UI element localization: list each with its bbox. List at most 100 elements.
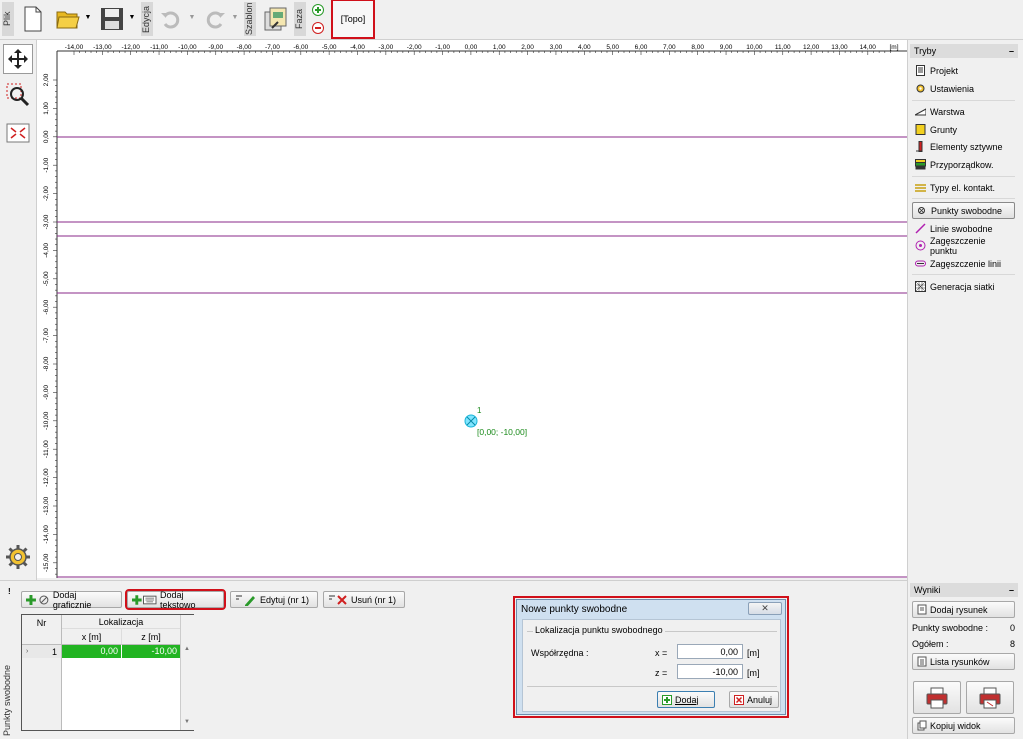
mode-item-rigid-element[interactable]: Elementy sztywne bbox=[912, 138, 1015, 155]
menu-faza[interactable]: Faza bbox=[294, 2, 306, 36]
undo-button[interactable] bbox=[158, 6, 184, 32]
save-dropdown-arrow[interactable]: ▼ bbox=[128, 12, 136, 22]
mode-item-gear[interactable]: Ustawienia bbox=[912, 80, 1015, 97]
dialog-add-button[interactable]: Dodaj bbox=[657, 691, 715, 708]
mode-list-separator bbox=[912, 176, 1015, 177]
mode-item-document[interactable]: Projekt bbox=[912, 62, 1015, 79]
ruler-y-label: -15,00 bbox=[43, 553, 50, 572]
menu-szablon[interactable]: Szablon bbox=[244, 2, 256, 36]
settings-button[interactable] bbox=[3, 542, 33, 572]
redo-button[interactable] bbox=[202, 6, 228, 32]
free-point-number: 1 bbox=[477, 406, 482, 415]
dialog-close-button[interactable]: ✕ bbox=[748, 602, 782, 615]
collapse-icon[interactable]: – bbox=[1009, 46, 1014, 56]
add-text-button[interactable]: Dodaj tekstowo bbox=[125, 589, 226, 610]
x-input[interactable]: 0,00 bbox=[677, 644, 743, 659]
print-button[interactable] bbox=[913, 681, 961, 714]
bottom-panel-title: Punkty swobodne bbox=[2, 664, 12, 736]
add-stage-button[interactable] bbox=[311, 3, 325, 17]
free-line-icon bbox=[915, 223, 926, 234]
row-x-cell[interactable]: 0,00 bbox=[62, 645, 122, 658]
ruler-x-label: 0,00 bbox=[465, 44, 478, 51]
scroll-down-icon[interactable]: ▼ bbox=[184, 719, 190, 725]
redo-dropdown-arrow[interactable]: ▼ bbox=[231, 12, 239, 22]
open-dropdown-arrow[interactable]: ▼ bbox=[84, 12, 92, 22]
zoom-fit-button[interactable] bbox=[3, 118, 33, 148]
mode-item-mesh[interactable]: Generacja siatki bbox=[912, 278, 1015, 295]
dialog-add-label: Dodaj bbox=[675, 694, 699, 705]
table-header-nr: Nr bbox=[22, 615, 62, 645]
add-icon bbox=[662, 694, 672, 705]
canvas-graphics: -14,00 -13,00 -12,00 -11,00 -10,00 -9,00 -8,00… bbox=[43, 44, 907, 578]
table-row[interactable]: › 1 0,00 -10,00 bbox=[22, 645, 180, 658]
left-toolbar bbox=[0, 40, 37, 580]
ruler-x-label: 1,00 bbox=[493, 44, 506, 51]
undo-icon bbox=[161, 11, 180, 29]
new-file-button[interactable] bbox=[20, 4, 46, 34]
z-input[interactable]: -10,00 bbox=[677, 664, 743, 679]
remove-stage-button[interactable] bbox=[311, 21, 325, 35]
mode-item-layer[interactable]: Warstwa bbox=[912, 103, 1015, 120]
pan-button[interactable] bbox=[3, 44, 33, 74]
location-group-title: Lokalizacja punktu swobodnego bbox=[533, 625, 665, 635]
coordinate-label: Współrzędna : bbox=[531, 648, 589, 658]
ruler-y-label: -1,00 bbox=[43, 157, 50, 172]
ruler-x-label: 9,00 bbox=[720, 44, 733, 51]
dialog-cancel-button[interactable]: Anuluj bbox=[729, 691, 779, 708]
tryby-header: Tryby – bbox=[910, 44, 1018, 58]
free-points-count-value: 0 bbox=[1009, 623, 1015, 633]
free-point-marker[interactable] bbox=[464, 414, 478, 428]
mode-item-free-point[interactable]: Punkty swobodne bbox=[912, 202, 1015, 219]
add-drawing-button[interactable]: Dodaj rysunek bbox=[912, 601, 1015, 618]
mode-item-contact[interactable]: Typy el. kontakt. bbox=[912, 179, 1015, 196]
dialog-title: Nowe punkty swobodne bbox=[521, 604, 628, 615]
layer-icon bbox=[915, 106, 926, 117]
delete-label: Usuń (nr 1) bbox=[351, 594, 397, 605]
collapse-icon[interactable]: – bbox=[1009, 585, 1014, 595]
bottom-panel-pin[interactable]: ! bbox=[8, 587, 11, 596]
undo-dropdown-arrow[interactable]: ▼ bbox=[188, 12, 196, 22]
stage-tab-topo[interactable]: [Topo] bbox=[331, 0, 375, 39]
ruler-x-label: 2,00 bbox=[521, 44, 534, 51]
mode-item-free-line[interactable]: Linie swobodne bbox=[912, 220, 1015, 237]
mode-item-soil[interactable]: Grunty bbox=[912, 121, 1015, 138]
ruler-x-label: -2,00 bbox=[407, 44, 422, 51]
table-header-z: z [m] bbox=[122, 629, 180, 645]
print-preview-button[interactable] bbox=[966, 681, 1014, 714]
menu-edycja[interactable]: Edycja bbox=[141, 2, 153, 36]
table-scrollbar[interactable]: ▲ ▼ bbox=[180, 615, 194, 730]
row-nr: 1 bbox=[51, 646, 57, 657]
ruler-x-label: -13,00 bbox=[93, 44, 112, 51]
dialog-body: Lokalizacja punktu swobodnego Współrzędn… bbox=[522, 619, 781, 712]
menu-plik[interactable]: Plik bbox=[2, 2, 14, 36]
template-icon bbox=[264, 7, 287, 31]
ruler-x-label: -9,00 bbox=[208, 44, 223, 51]
line-refinement-icon bbox=[915, 258, 926, 269]
drawing-list-icon bbox=[917, 656, 927, 667]
add-graphic-button[interactable]: Dodaj graficznie bbox=[21, 590, 122, 610]
drawing-canvas[interactable]: -14,00 -13,00 -12,00 -11,00 -10,00 -9,00 -8,00… bbox=[37, 40, 907, 578]
zoom-button[interactable] bbox=[3, 80, 33, 110]
row-z-cell[interactable]: -10,00 bbox=[122, 645, 180, 658]
mode-item-point-refinement[interactable]: Zagęszczenie punktu bbox=[912, 236, 1015, 256]
mode-item-label: Punkty swobodne bbox=[931, 205, 1003, 216]
ruler-y-label: -6,00 bbox=[43, 299, 50, 314]
mesh-icon bbox=[915, 281, 926, 292]
open-file-button[interactable] bbox=[54, 4, 82, 34]
delete-button[interactable]: Usuń (nr 1) bbox=[323, 591, 405, 608]
drawing-list-button[interactable]: Lista rysunków bbox=[912, 653, 1015, 670]
template-button[interactable] bbox=[262, 4, 290, 34]
free-point-icon bbox=[916, 205, 927, 216]
save-button[interactable] bbox=[98, 4, 126, 34]
ruler-x-label: -11,00 bbox=[150, 44, 168, 51]
mode-item-label: Linie swobodne bbox=[930, 223, 993, 234]
copy-view-button[interactable]: Kopiuj widok bbox=[912, 717, 1015, 734]
scroll-up-icon[interactable]: ▲ bbox=[184, 646, 190, 652]
mode-item-line-refinement[interactable]: Zagęszczenie linii bbox=[912, 255, 1015, 272]
mode-item-assignment[interactable]: Przyporządkow. bbox=[912, 156, 1015, 173]
new-points-dialog: Nowe punkty swobodne ✕ Lokalizacja punkt… bbox=[513, 596, 789, 718]
edit-button[interactable]: Edytuj (nr 1) bbox=[230, 591, 318, 608]
drawing-list-label: Lista rysunków bbox=[930, 656, 990, 667]
mode-item-label: Warstwa bbox=[930, 106, 965, 117]
ruler-x-label: 12,00 bbox=[803, 44, 820, 51]
